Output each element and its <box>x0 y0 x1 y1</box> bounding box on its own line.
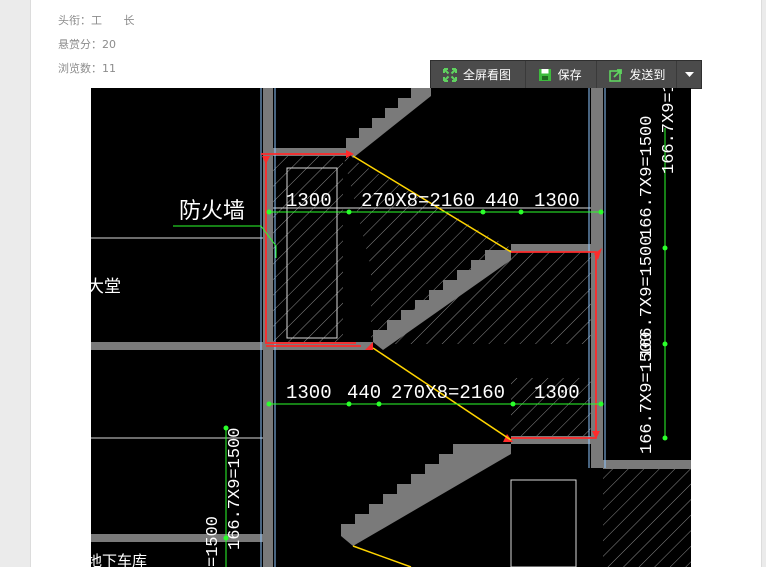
dim-bottom-2: 440 <box>347 382 381 404</box>
save-label: 保存 <box>557 68 582 82</box>
dim-top-1: 1300 <box>286 190 332 212</box>
image-toolbar: 全屏看图 保存 发送到 <box>430 60 702 89</box>
dim-top-3: 440 <box>485 190 519 212</box>
fullscreen-button[interactable]: 全屏看图 <box>431 61 526 88</box>
fullscreen-label: 全屏看图 <box>463 68 512 82</box>
firewall-label: 防火墙 <box>179 199 245 224</box>
dim-top-2: 270X8=2160 <box>361 190 475 212</box>
stair-section-image: 1300 270X8=2160 440 1300 1300 440 270X8=… <box>91 88 691 567</box>
cad-stair-drawing: 1300 270X8=2160 440 1300 1300 440 270X8=… <box>91 88 691 567</box>
lobby-label: 大堂 <box>91 277 121 297</box>
chevron-down-icon <box>684 71 694 77</box>
hatched-landing-upper <box>273 154 343 344</box>
dim-top-4: 1300 <box>534 190 580 212</box>
dim-right-1: 166.7X9=1500 <box>638 116 657 238</box>
outline-door-lower <box>510 479 577 567</box>
share-icon <box>609 68 623 82</box>
dim-bottom-1: 1300 <box>286 382 332 404</box>
floor-slab-bottom <box>91 534 273 542</box>
basement-label: 地下车库 <box>91 552 147 567</box>
user-title-value: 长 <box>123 14 135 27</box>
dim-left-1: 166.7X9=1500 <box>226 428 245 550</box>
slab-right-bottom <box>603 460 691 469</box>
dim-right-4: 166.7X9=1500 <box>660 88 679 174</box>
send-to-button[interactable]: 发送到 <box>597 61 678 88</box>
user-title-row: 头衔：工 长 <box>58 12 135 28</box>
reward-points: 悬赏分：20 <box>58 38 116 51</box>
dim-right-3: 166.7X9=1500 <box>638 332 657 454</box>
dim-left-2: =1500 <box>204 516 223 567</box>
save-button[interactable]: 保存 <box>526 61 598 88</box>
hatched-wall-lower <box>603 468 691 567</box>
save-icon <box>538 68 551 81</box>
send-to-label: 发送到 <box>629 68 666 82</box>
more-options-dropdown[interactable] <box>677 61 701 88</box>
view-count: 浏览数：11 <box>58 62 116 75</box>
dim-bottom-3: 270X8=2160 <box>391 382 505 404</box>
user-title-label: 头衔：工 <box>58 14 102 27</box>
stair-flight-lower <box>341 444 511 546</box>
fullscreen-icon <box>443 67 457 82</box>
dim-bottom-4: 1300 <box>534 382 580 404</box>
floor-slab-left <box>91 342 273 350</box>
stair-flight-top <box>346 88 431 158</box>
right-column <box>591 88 603 468</box>
